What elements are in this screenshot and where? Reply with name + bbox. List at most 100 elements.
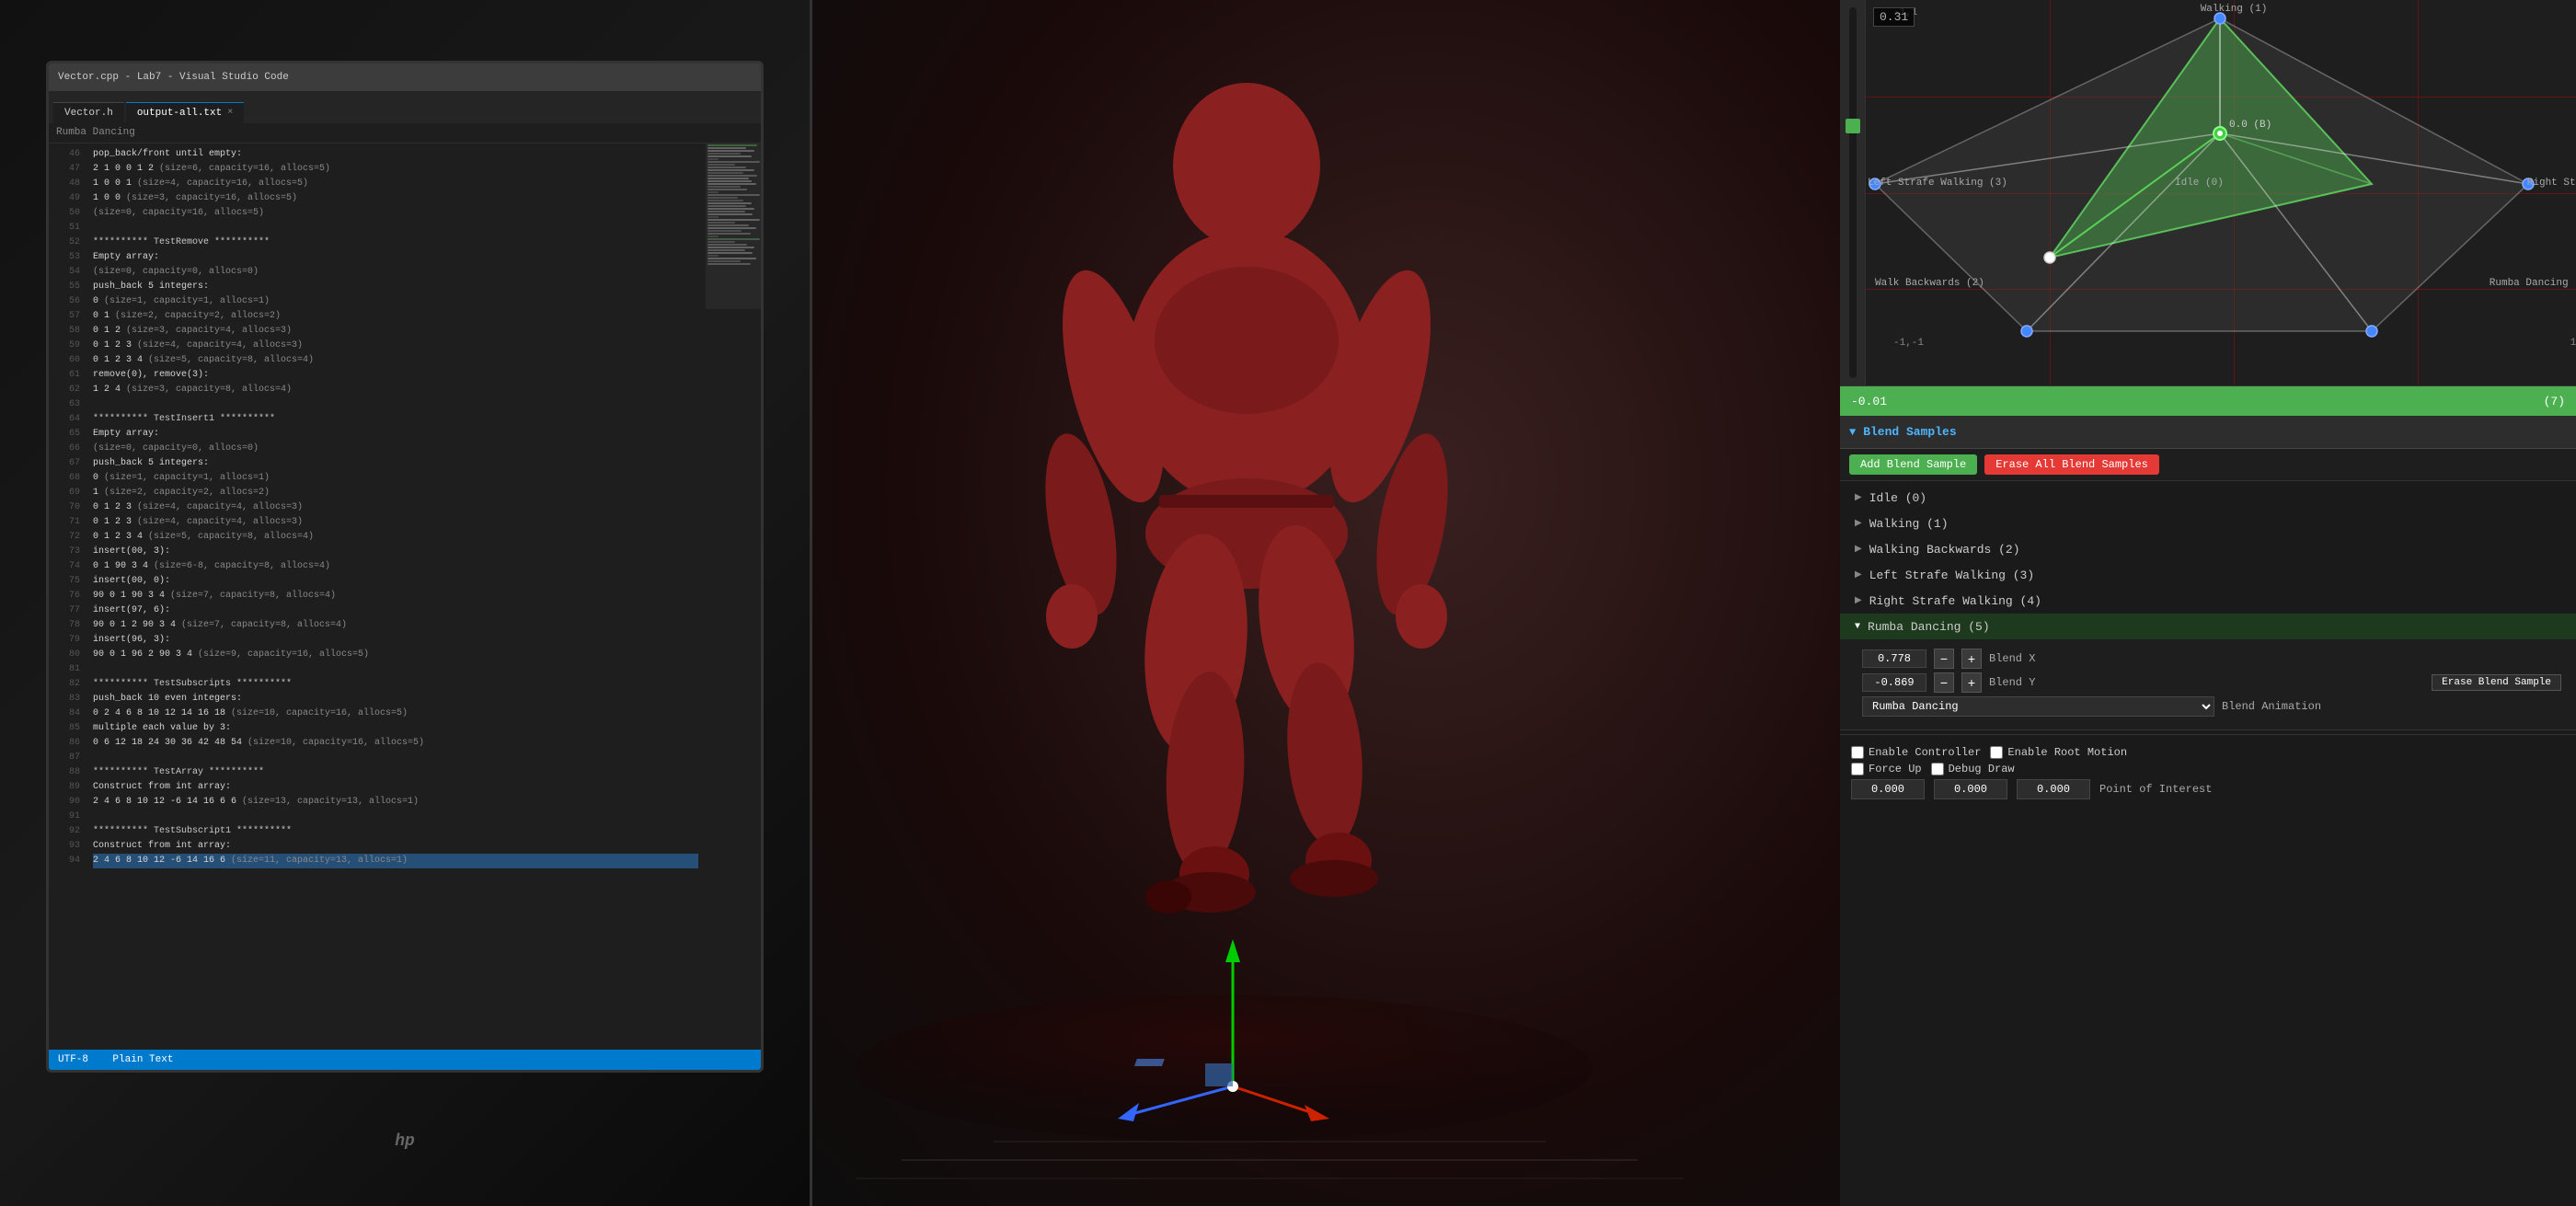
graph-bottom-bar: -0.01 (7)	[1840, 386, 2576, 416]
tab-output-all[interactable]: output-all.txt ×	[126, 102, 244, 123]
force-up-label: Force Up	[1869, 763, 1922, 775]
hp-logo: hp	[395, 1132, 415, 1151]
left-strafe-arrow-icon: ▶	[1855, 569, 1862, 580]
blend-x-plus-button[interactable]: +	[1961, 649, 1982, 669]
vertical-slider[interactable]	[1840, 0, 1866, 385]
enable-root-motion-group: Enable Root Motion	[1990, 746, 2127, 759]
walking-label: Walking (1)	[2201, 4, 2268, 15]
debug-draw-checkbox[interactable]	[1931, 763, 1944, 775]
right-strafe-arrow-icon: ▶	[1855, 595, 1862, 606]
walking-label-text: Walking (1)	[1869, 517, 1949, 531]
vscode-tabs: Vector.h output-all.txt ×	[49, 91, 761, 123]
blend-x-label: Blend X	[1989, 652, 2561, 665]
enable-controller-checkbox[interactable]	[1851, 746, 1864, 759]
line-numbers: 4647484950 5152535455 5657585960 6162636…	[49, 144, 86, 1073]
blend-graph: 0.0 (B) -1,1 1,1 -1,-1 1,-1 Walking (1) …	[1840, 0, 2576, 386]
middle-panel	[810, 0, 1840, 1206]
graph-bottom-count: (7)	[2544, 395, 2565, 408]
tab-vector-h-label: Vector.h	[64, 108, 113, 119]
blend-y-plus-button[interactable]: +	[1961, 672, 1982, 693]
right-strafe-label-text: Right Strafe Walking (4)	[1869, 594, 2041, 608]
coord-z-input[interactable]	[2017, 779, 2090, 799]
right-strafe-label: Right Strafe	[2527, 178, 2576, 189]
bottom-controls: Enable Controller Enable Root Motion For…	[1840, 734, 2576, 810]
blend-item-idle[interactable]: ▶ Idle (0)	[1840, 485, 2576, 511]
status-bar: UTF-8 Plain Text	[49, 1050, 761, 1070]
graph-grid	[1866, 0, 2576, 385]
tab-output-label: output-all.txt	[137, 108, 222, 119]
point-of-interest-label: Point of Interest	[2099, 783, 2212, 796]
enable-root-motion-label: Enable Root Motion	[2007, 746, 2127, 759]
code-area: pop_back/front until empty: 2 1 0 0 1 2 …	[86, 144, 706, 1073]
enable-root-motion-checkbox[interactable]	[1990, 746, 2003, 759]
breadcrumb: Rumba Dancing	[49, 123, 761, 144]
debug-draw-group: Debug Draw	[1931, 763, 2015, 775]
control-row-2: Force Up Debug Draw	[1851, 763, 2565, 775]
blend-list: ▶ Idle (0) ▶ Walking (1) ▶ Walking Backw…	[1840, 481, 2576, 734]
walking-backwards-label-text: Walking Backwards (2)	[1869, 543, 2020, 557]
graph-bottom-value: -0.01	[1851, 395, 1887, 408]
blend-y-label: Blend Y	[1989, 676, 2424, 689]
blend-detail-rumba: − + Blend X − + Blend Y Erase Blend Samp…	[1840, 639, 2576, 730]
vscode-titlebar: Vector.cpp - Lab7 - Visual Studio Code	[49, 63, 761, 91]
blend-graph-canvas[interactable]: 0.0 (B) -1,1 1,1 -1,-1 1,-1 Walking (1) …	[1866, 0, 2576, 385]
rumba-arrow-icon: ▼	[1855, 622, 1860, 632]
blend-item-rumba[interactable]: ▼ Rumba Dancing (5)	[1840, 614, 2576, 639]
blend-animation-label: Blend Animation	[2222, 700, 2561, 713]
enable-controller-group: Enable Controller	[1851, 746, 1981, 759]
vscode-title: Vector.cpp - Lab7 - Visual Studio Code	[58, 72, 289, 83]
rumba-label-text: Rumba Dancing (5)	[1868, 620, 1990, 634]
force-up-group: Force Up	[1851, 763, 1922, 775]
minimap[interactable]	[706, 144, 761, 1073]
blend-samples-panel: ▼ Blend Samples Add Blend Sample Erase A…	[1840, 416, 2576, 1206]
graph-value-display: 0.31	[1873, 7, 1915, 27]
close-icon[interactable]: ×	[227, 108, 233, 118]
blend-y-row: − + Blend Y Erase Blend Sample	[1862, 672, 2561, 693]
erase-blend-sample-button[interactable]: Erase Blend Sample	[2432, 674, 2561, 691]
blend-animation-select[interactable]: Rumba Dancing	[1862, 696, 2214, 717]
vscode-content: 4647484950 5152535455 5657585960 6162636…	[49, 144, 761, 1073]
left-panel: Vector.cpp - Lab7 - Visual Studio Code V…	[0, 0, 810, 1206]
rumba-graph-label: Rumba Dancing (5)	[2490, 278, 2576, 289]
blend-item-right-strafe[interactable]: ▶ Right Strafe Walking (4)	[1840, 588, 2576, 614]
add-blend-sample-button[interactable]: Add Blend Sample	[1849, 454, 1977, 475]
corner-label-bl: -1,-1	[1893, 338, 1924, 349]
monitor-screen: Vector.cpp - Lab7 - Visual Studio Code V…	[46, 61, 764, 1073]
corner-label-br: 1,-1	[2570, 338, 2576, 349]
v-slider-thumb[interactable]	[1846, 119, 1860, 133]
idle-arrow-icon: ▶	[1855, 492, 1862, 503]
blend-item-left-strafe[interactable]: ▶ Left Strafe Walking (3)	[1840, 562, 2576, 588]
erase-all-blend-samples-button[interactable]: Erase All Blend Samples	[1984, 454, 2159, 475]
blend-samples-title: Blend Samples	[1863, 425, 1956, 439]
coord-y-input[interactable]	[1934, 779, 2007, 799]
idle-label: Idle (0)	[2175, 178, 2224, 189]
v-slider-track	[1849, 7, 1857, 378]
control-row-coords: Point of Interest	[1851, 779, 2565, 799]
blend-x-minus-button[interactable]: −	[1934, 649, 1954, 669]
blend-samples-header: ▼ Blend Samples	[1840, 416, 2576, 449]
blend-samples-buttons: Add Blend Sample Erase All Blend Samples	[1840, 449, 2576, 481]
walking-backwards-arrow-icon: ▶	[1855, 544, 1862, 555]
enable-controller-label: Enable Controller	[1869, 746, 1981, 759]
blend-y-minus-button[interactable]: −	[1934, 672, 1954, 693]
status-text: UTF-8 Plain Text	[58, 1054, 173, 1065]
idle-label-text: Idle (0)	[1869, 491, 1926, 505]
left-strafe-label-text: Left Strafe Walking (3)	[1869, 569, 2034, 582]
control-row-1: Enable Controller Enable Root Motion	[1851, 746, 2565, 759]
force-up-checkbox[interactable]	[1851, 763, 1864, 775]
breadcrumb-text: Rumba Dancing	[56, 127, 135, 138]
blend-item-walking-backwards[interactable]: ▶ Walking Backwards (2)	[1840, 536, 2576, 562]
walk-backward-label: Walk Backwards (2)	[1875, 278, 1984, 289]
viewport-background	[810, 0, 1840, 1206]
monitor-background: Vector.cpp - Lab7 - Visual Studio Code V…	[0, 0, 810, 1206]
blend-animation-row: Rumba Dancing Blend Animation	[1862, 696, 2561, 717]
ground-plane	[810, 884, 1840, 1206]
right-panel: 0.0 (B) -1,1 1,1 -1,-1 1,-1 Walking (1) …	[1840, 0, 2576, 1206]
walking-arrow-icon: ▶	[1855, 518, 1862, 529]
coord-x-input[interactable]	[1851, 779, 1925, 799]
blend-item-walking[interactable]: ▶ Walking (1)	[1840, 511, 2576, 536]
tab-vector-h[interactable]: Vector.h	[53, 102, 124, 123]
blend-y-value-input[interactable]	[1862, 673, 1926, 692]
blend-x-value-input[interactable]	[1862, 649, 1926, 668]
debug-draw-label: Debug Draw	[1949, 763, 2015, 775]
